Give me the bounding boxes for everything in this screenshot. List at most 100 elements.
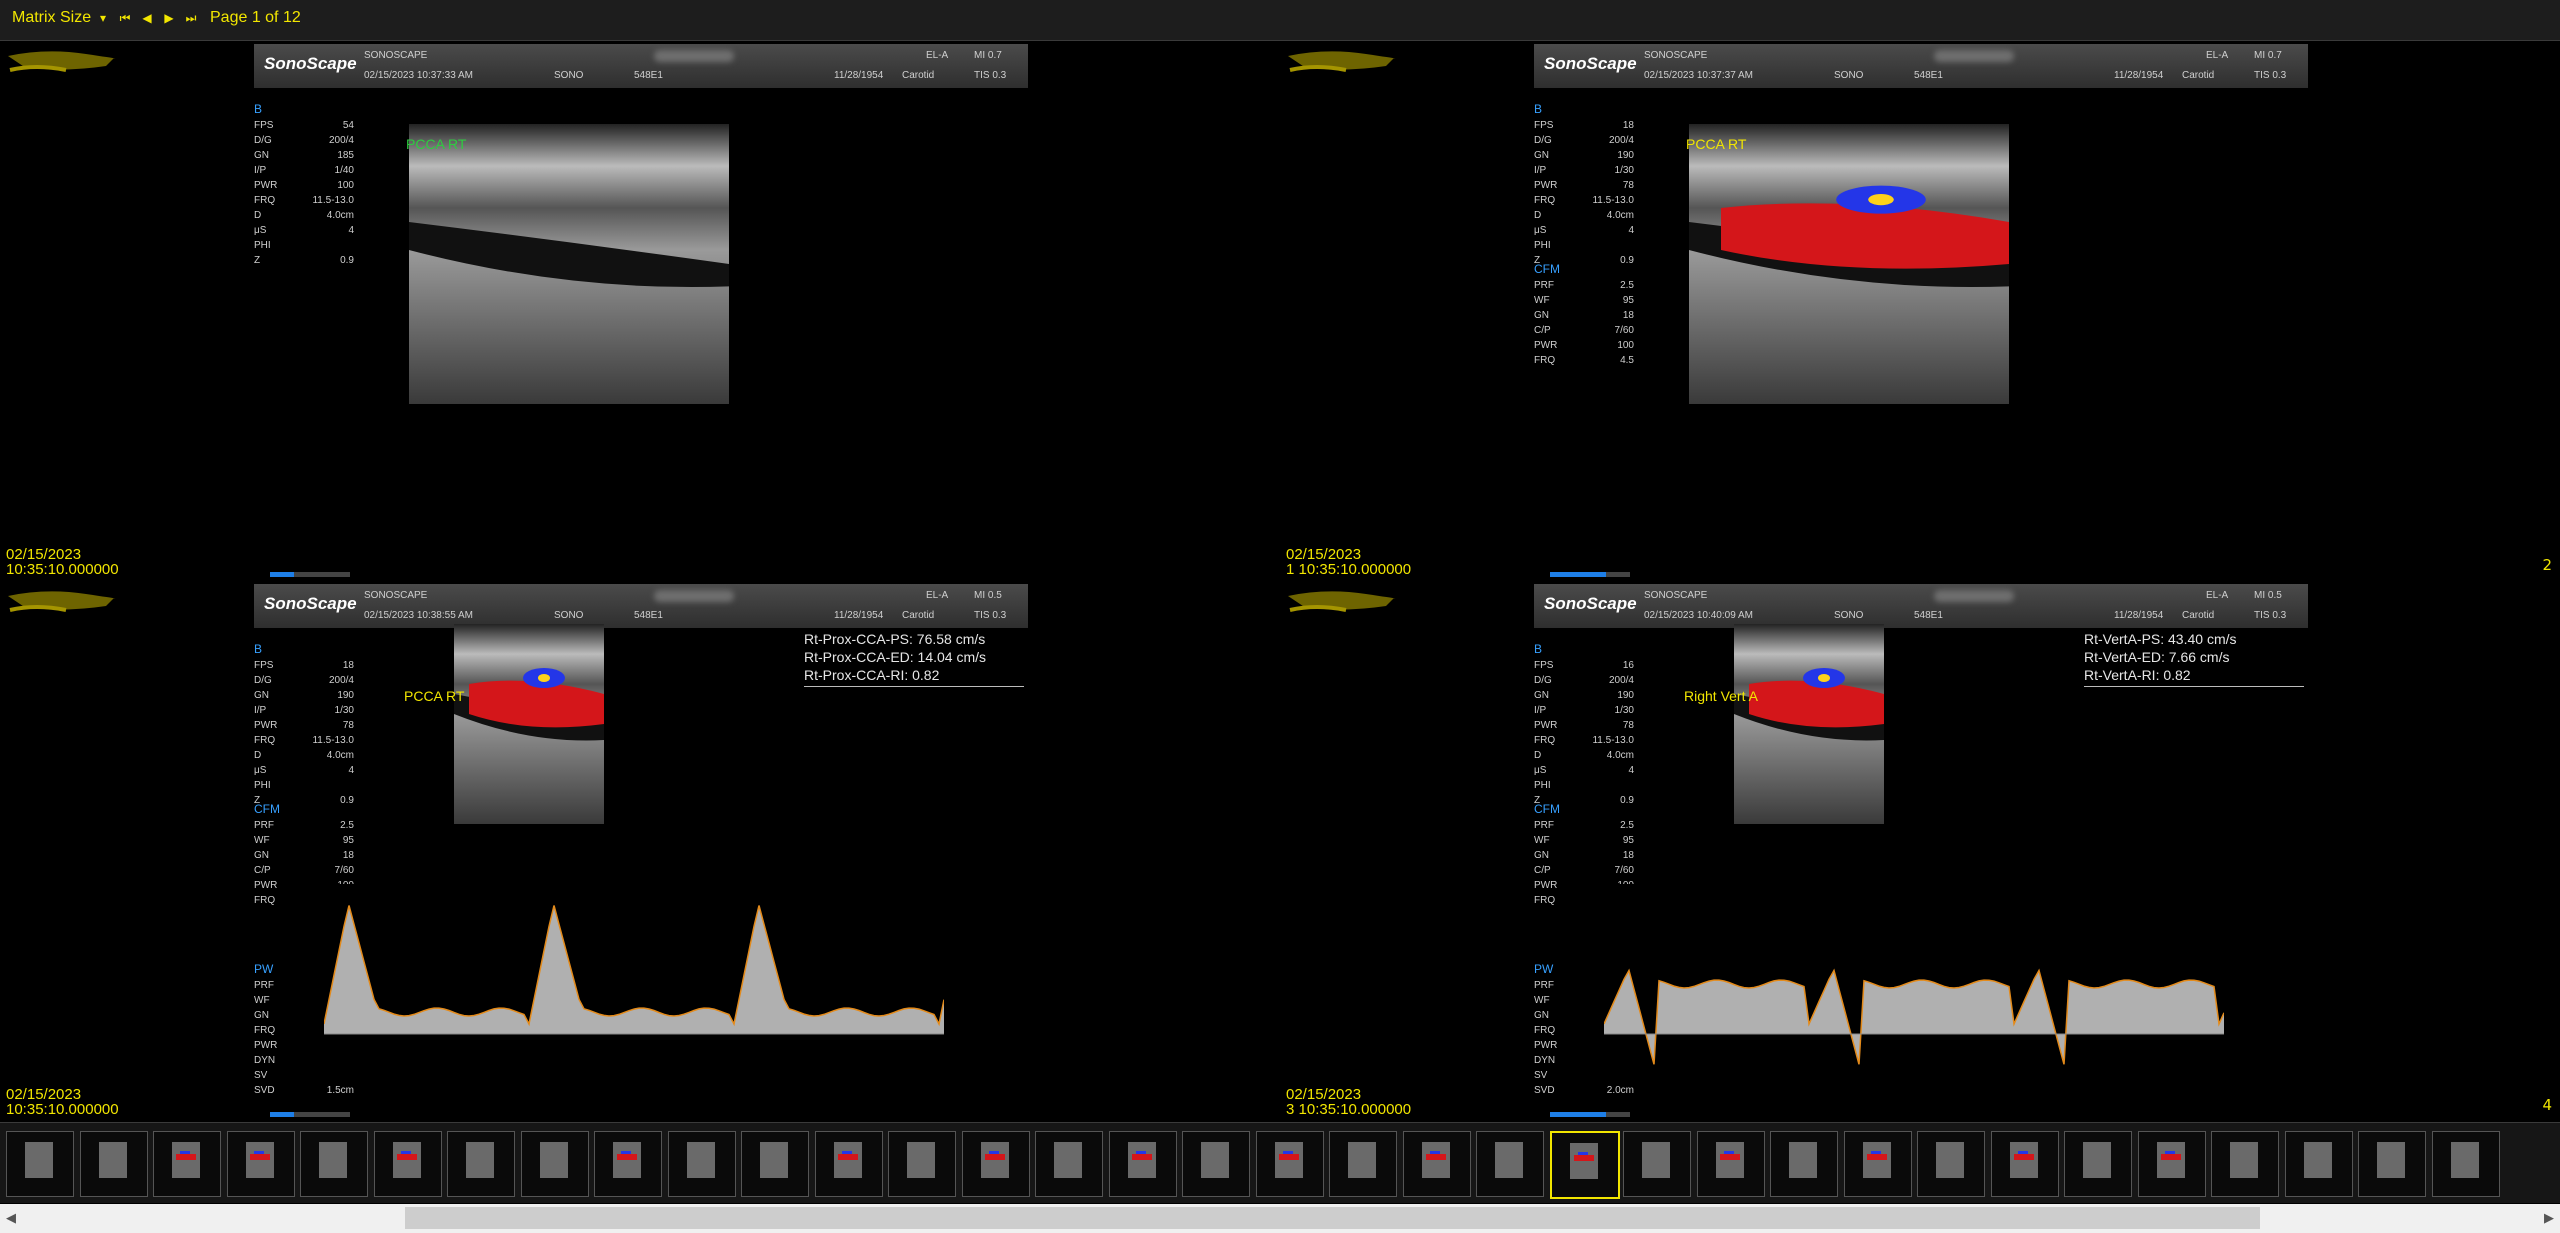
param-row: I/P 1/30	[254, 703, 354, 718]
scroll-left-icon[interactable]: ◀	[0, 1204, 22, 1233]
thumbnail[interactable]	[2137, 1131, 2206, 1197]
thumbnail[interactable]	[226, 1131, 295, 1197]
patient-id: 548E1	[1914, 610, 1943, 621]
thumbnail[interactable]	[520, 1131, 589, 1197]
patient-name-mark	[6, 46, 117, 80]
time-label: 10:35:10.000000	[6, 1101, 119, 1118]
param-key: PHI	[254, 240, 271, 251]
param-value: 4.0cm	[326, 750, 354, 761]
thumbnail[interactable]	[2358, 1131, 2426, 1197]
thumbnail[interactable]	[594, 1131, 662, 1197]
param-key: C/P	[254, 865, 271, 876]
thumbnail[interactable]	[814, 1131, 883, 1197]
thumbnail[interactable]	[961, 1131, 1030, 1197]
param-key: CFM	[254, 802, 280, 816]
prev-page-icon[interactable]: ◀	[140, 11, 154, 25]
matrix-size-label[interactable]: Matrix Size	[12, 9, 91, 27]
scroll-right-icon[interactable]: ▶	[2538, 1204, 2560, 1233]
param-row: PHI	[254, 778, 354, 793]
param-key: CFM	[1534, 262, 1560, 276]
param-value: 200/4	[328, 135, 354, 146]
param-value: 18	[1622, 120, 1634, 131]
param-key: PWR	[254, 880, 278, 891]
param-key: FPS	[254, 120, 274, 131]
param-row: PWR 78	[1534, 178, 1634, 193]
measurement-text: Rt-VertA-RI: 0.82	[2084, 667, 2191, 683]
probe-model: EL-A	[2206, 590, 2229, 601]
thumbnail[interactable]	[1623, 1131, 1691, 1197]
param-row: D/G 200/4	[1534, 133, 1634, 148]
thumbnail[interactable]	[1476, 1131, 1544, 1197]
param-key: FRQ	[254, 895, 276, 906]
param-value: 185	[337, 150, 354, 161]
cine-progress[interactable]	[270, 1112, 350, 1117]
param-row: D 4.0cm	[1534, 748, 1634, 763]
thumbnail[interactable]	[1917, 1131, 1985, 1197]
param-value: 11.5-13.0	[1592, 735, 1634, 746]
thumbnail[interactable]	[888, 1131, 956, 1197]
param-key: PRF	[1534, 980, 1554, 991]
probe-model: EL-A	[2206, 50, 2229, 61]
param-key: D	[254, 210, 262, 221]
param-row: WF 95	[1534, 293, 1634, 308]
thumbnail[interactable]	[1990, 1131, 2059, 1197]
cine-progress[interactable]	[1550, 572, 1630, 577]
param-row: PHI	[1534, 778, 1634, 793]
thumbnail[interactable]	[2284, 1131, 2353, 1197]
thumbnail[interactable]	[373, 1131, 442, 1197]
next-page-icon[interactable]: ▶	[162, 11, 176, 25]
brand-logo: SonoScape	[264, 594, 357, 613]
param-key: D	[1534, 750, 1542, 761]
scroll-thumb[interactable]	[405, 1207, 2260, 1229]
param-row: B	[254, 640, 354, 658]
param-row: FRQ 11.5-13.0	[1534, 193, 1634, 208]
first-page-icon[interactable]: ⏮	[118, 11, 132, 25]
thumbnail[interactable]	[6, 1131, 74, 1197]
param-row: GN 190	[1534, 688, 1634, 703]
thumbnail[interactable]	[1402, 1131, 1471, 1197]
thumbnail[interactable]	[667, 1131, 736, 1197]
thumbnail[interactable]	[153, 1131, 221, 1197]
param-row: FRQ 11.5-13.0	[254, 193, 354, 208]
param-row: B	[1534, 100, 1634, 118]
thumbnail[interactable]	[1255, 1131, 1324, 1197]
param-value: 18	[1622, 310, 1634, 321]
param-value: 190	[1617, 150, 1634, 161]
viewport-cell[interactable]: 02/15/2023 1 10:35:10.000000 2 SonoScape SON…	[1280, 42, 2558, 580]
horizontal-scrollbar[interactable]: ◀ ▶	[0, 1204, 2560, 1233]
cine-progress[interactable]	[270, 572, 350, 577]
thumbnail[interactable]	[2211, 1131, 2279, 1197]
thumbnail[interactable]	[1770, 1131, 1838, 1197]
param-key: B	[254, 102, 263, 116]
param-row: μS 4	[254, 223, 354, 238]
viewport-cell[interactable]: 02/15/2023 10:35:10.000000 SonoScape SONOSC…	[0, 582, 1278, 1120]
last-page-icon[interactable]: ⏭	[184, 11, 198, 25]
thumbnail[interactable]	[2431, 1131, 2500, 1197]
viewport-cell[interactable]: 02/15/2023 10:35:10.000000 SonoScape SONOSC…	[0, 42, 1278, 580]
viewport-cell[interactable]: 02/15/2023 3 10:35:10.000000 4 SonoScape SON…	[1280, 582, 2558, 1120]
thumbnail[interactable]	[300, 1131, 368, 1197]
thumbnail[interactable]	[79, 1131, 148, 1197]
thumbnail[interactable]	[1549, 1131, 1620, 1199]
param-row: WF 95	[1534, 833, 1634, 848]
dropdown-caret-icon[interactable]: ▾	[96, 11, 110, 25]
cine-progress[interactable]	[1550, 1112, 1630, 1117]
thumbnail[interactable]	[447, 1131, 515, 1197]
thumbnail[interactable]	[2064, 1131, 2132, 1197]
param-value: 1/30	[334, 705, 354, 716]
exam-time: 02/15/2023 10:38:55 AM	[364, 610, 473, 621]
thumbnail[interactable]	[1329, 1131, 1397, 1197]
param-value: 200/4	[1608, 675, 1634, 686]
thumbnail[interactable]	[1182, 1131, 1250, 1197]
thumbnail[interactable]	[741, 1131, 809, 1197]
param-row: C/P 7/60	[1534, 863, 1634, 878]
thumbnail-strip	[0, 1122, 2560, 1203]
thumbnail[interactable]	[1696, 1131, 1765, 1197]
thumbnail[interactable]	[1843, 1131, 1912, 1197]
redacted-name	[654, 50, 734, 62]
param-key: WF	[1534, 295, 1550, 306]
thumbnail[interactable]	[1035, 1131, 1103, 1197]
param-row: D 4.0cm	[1534, 208, 1634, 223]
thumbnail[interactable]	[1108, 1131, 1177, 1197]
mi-value: MI 0.5	[2254, 590, 2282, 601]
